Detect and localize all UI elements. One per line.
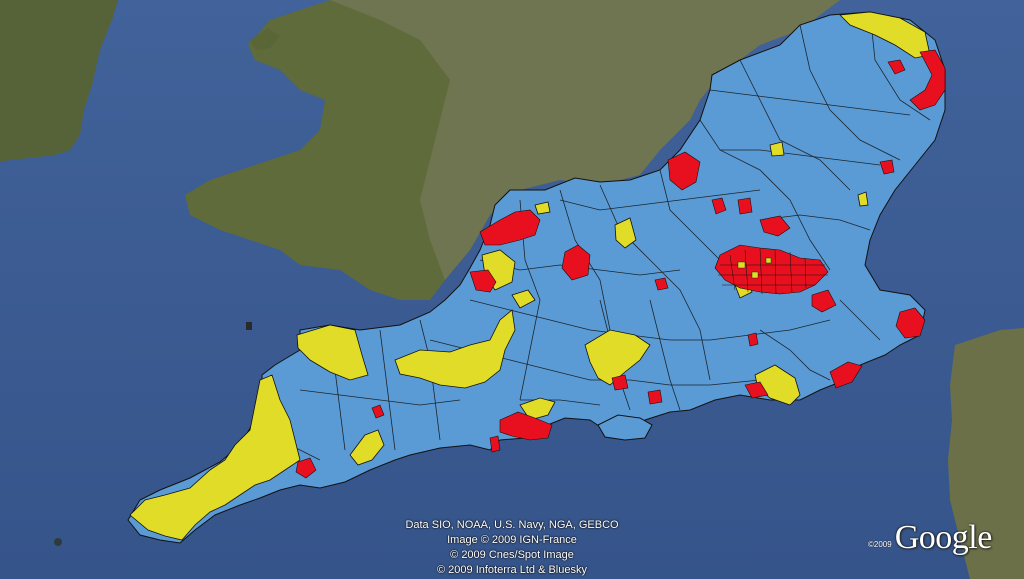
logo-wordmark: Google bbox=[894, 519, 993, 556]
google-logo: ©2009 Google bbox=[868, 517, 992, 557]
island-speck bbox=[246, 322, 252, 330]
logo-copyright-year: ©2009 bbox=[868, 540, 892, 549]
map-canvas[interactable] bbox=[0, 0, 1024, 579]
attribution-line-4: © 2009 Infoterra Ltd & Bluesky bbox=[437, 564, 587, 576]
map-viewport[interactable]: Data SIO, NOAA, U.S. Navy, NGA, GEBCO Im… bbox=[0, 0, 1024, 579]
